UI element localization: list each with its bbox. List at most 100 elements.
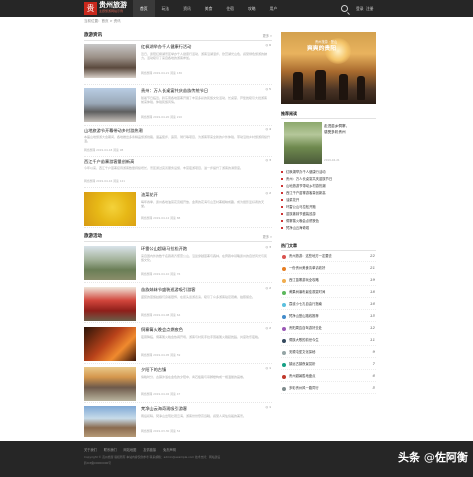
article-thumbnail[interactable]: [84, 246, 136, 280]
article-thumbnail[interactable]: [84, 88, 136, 122]
featured-title-line1[interactable]: 走进苗乡侗寨，: [324, 124, 349, 129]
sidebar-list-label[interactable]: 红枫湖举办千人健康行活动: [286, 170, 326, 174]
hot-article-title[interactable]: 西江苗寨游玩全攻略: [289, 278, 319, 282]
article-item[interactable]: 梵净山云海奇观吸引游客 ◎ 1 雨后初晴，梵净山出现壮观云海，游客纷纷登高远眺，…: [84, 404, 272, 439]
hot-article-title[interactable]: 荔波小七孔自由行指南: [289, 302, 322, 306]
article-title[interactable]: 侗寨篝火晚会点燃夜色: [141, 327, 183, 332]
article-title[interactable]: 油菜花开: [141, 192, 158, 197]
sidebar-list-item[interactable]: 环雷公山马拉松开跑: [281, 205, 316, 209]
sidebar-list-label[interactable]: 苗族姊妹节盛装巡游: [286, 212, 316, 216]
hot-article-title[interactable]: 黄果树瀑布最佳观赏时间: [289, 290, 325, 294]
article-title[interactable]: 西江千户苗寨游客量创新高: [84, 159, 134, 164]
hot-article-title[interactable]: 安顺屯堡文化探秘: [289, 350, 315, 354]
sidebar-list-item[interactable]: 梵净山云海奇观: [281, 226, 309, 230]
hot-article-item[interactable]: 贵州避暑胜地盘点 6: [281, 374, 376, 382]
site-logo-icon[interactable]: 贵: [84, 2, 97, 15]
sidebar-list-item[interactable]: 山地旅游节带动乡村游热潮: [281, 184, 326, 188]
article-title[interactable]: 贵州：万人长桌宴共庆苗族传统节日: [141, 88, 208, 93]
sidebar-list-label[interactable]: 油菜花开: [286, 198, 299, 202]
hot-article-item[interactable]: 侗族大歌的前世今生 11: [281, 338, 376, 346]
footer-icp[interactable]: 黔ICP备00000000号: [84, 461, 111, 466]
article-title[interactable]: 山地旅游节开幕带动乡村游热潮: [84, 128, 143, 133]
article-meta: 网络整理 2019-04-18 阅读 98: [84, 148, 124, 152]
article-item[interactable]: 夕阳下的古镇 ◎ 1 傍晚时分，古镇沐浴在金色的夕阳中，青石板路与吊脚楼构成一幅…: [84, 365, 272, 403]
article-thumbnail[interactable]: [84, 327, 136, 361]
hot-article-title[interactable]: 镇远古镇夜景赏析: [289, 362, 315, 366]
article-title[interactable]: 环雷公山超级马拉松开跑: [141, 246, 187, 251]
article-thumbnail[interactable]: [84, 287, 136, 321]
sidebar-list-label[interactable]: 西江千户苗寨游客量创新高: [286, 191, 326, 195]
hot-article-item[interactable]: 西江苗寨游玩全攻略 19: [281, 278, 376, 286]
nav-item-stay[interactable]: 住宿: [219, 0, 241, 17]
hot-article-title[interactable]: 侗族大歌的前世今生: [289, 338, 319, 342]
hot-article-item[interactable]: 安顺屯堡文化探秘 9: [281, 350, 376, 358]
article-item[interactable]: 环雷公山超级马拉松开跑 ◎ 3 来自国内外的数千名跑者齐聚雷公山，沿途穿越苗寨与…: [84, 243, 272, 283]
article-thumbnail[interactable]: [84, 44, 136, 78]
article-thumbnail[interactable]: [84, 192, 136, 226]
hot-article-item[interactable]: 多彩贵州风一路同行 5: [281, 386, 376, 394]
sidebar-list-label[interactable]: 环雷公山马拉松开跑: [286, 205, 316, 209]
featured-title-line2[interactable]: 感受多彩贵州: [324, 130, 346, 135]
hot-article-item[interactable]: 荔波小七孔自由行指南 16: [281, 302, 376, 310]
article-thumbnail[interactable]: [84, 406, 136, 437]
article-meta: 网络整理 2019-04-08 阅读 64: [141, 313, 181, 317]
top-navigation-bar: 贵 贵州旅游 主题旅游网站示例 首页 玩法 资讯 美食 住宿 攻略 用户 登录 …: [0, 0, 473, 17]
article-thumbnail[interactable]: [84, 367, 136, 401]
footer-link[interactable]: 网站地图: [124, 448, 137, 452]
article-title[interactable]: 夕阳下的古镇: [141, 367, 166, 372]
featured-thumbnail[interactable]: [284, 122, 322, 164]
login-link[interactable]: 登录: [356, 0, 364, 17]
sidebar-list-item[interactable]: 油菜花开: [281, 198, 299, 202]
sidebar-list-item[interactable]: 红枫湖举办千人健康行活动: [281, 170, 326, 174]
nav-item-play[interactable]: 玩法: [155, 0, 177, 17]
article-item[interactable]: 山地旅游节开幕带动乡村游热潮 ◎ 4 本届山地旅游大会期间，各地推出多条精品旅游…: [84, 127, 272, 157]
sidebar-list-item[interactable]: 贵州：万人长桌宴共庆苗族节日: [281, 177, 332, 181]
hot-article-item[interactable]: 黄果树瀑布最佳观赏时间 18: [281, 290, 376, 298]
hot-article-title[interactable]: 贵州避暑胜地盘点: [289, 374, 315, 378]
sidebar-hero-banner[interactable]: 贵州旅游 · 登山 爽爽的贵阳: [281, 32, 376, 104]
nav-item-user[interactable]: 用户: [263, 0, 285, 17]
nav-item-food[interactable]: 美食: [198, 0, 220, 17]
article-title[interactable]: 梵净山云海奇观吸引游客: [141, 406, 187, 411]
hot-article-item[interactable]: 一份贵州美食清单请收好 21: [281, 266, 376, 274]
article-item[interactable]: 贵州：万人长桌宴共庆苗族传统节日 ◎ 5 随着节日临近，黔东南各地苗寨开展了丰富…: [84, 86, 272, 126]
article-item[interactable]: 侗寨篝火晚会点燃夜色 ◎ 2 夜幕降临，侗寨篝火晚会热闹开场，游客与村民手拉手围…: [84, 324, 272, 364]
sidebar-list-label[interactable]: 贵州：万人长桌宴共庆苗族节日: [286, 177, 332, 181]
article-item[interactable]: 油菜花开 ◎ 2 每年春季，贵州各地油菜花竞相开放，金黄的花海与山峦村寨相映成趣…: [84, 190, 272, 228]
article-item[interactable]: 红枫湖举办千人健康行活动 ◎ 6 近日，贵阳红枫湖景区举办千人健康行活动，游客沿…: [84, 42, 272, 85]
article-meta: 网络整理 2019-04-12 阅读 88: [141, 216, 181, 220]
article-item[interactable]: 西江千户苗寨游客量创新高 ◎ 3 今年以来，西江千户苗寨接待游客数量持续增长，景…: [84, 158, 272, 188]
article-item[interactable]: 苗族姊妹节盛装巡游吸引游客 ◎ 2 盛装的苗族姑娘们身着银饰，在街头巡游表演，吸…: [84, 284, 272, 323]
section-title: 旅游活动: [84, 234, 102, 239]
hot-article-item[interactable]: 贵阳周边自驾游好去处 12: [281, 326, 376, 334]
footer-link[interactable]: 联系我们: [104, 448, 117, 452]
hot-article-title[interactable]: 一份贵州美食清单请收好: [289, 266, 325, 270]
article-title[interactable]: 苗族姊妹节盛装巡游吸引游客: [141, 287, 195, 292]
nav-item-home[interactable]: 首页: [133, 0, 155, 17]
sidebar-list-label[interactable]: 梵净山云海奇观: [286, 226, 309, 230]
more-link[interactable]: 更多 »: [263, 235, 272, 239]
sidebar-list-item[interactable]: 侗寨篝火晚会点燃夜色: [281, 219, 319, 223]
nav-item-guide[interactable]: 攻略: [241, 0, 263, 17]
nav-item-news[interactable]: 资讯: [176, 0, 198, 17]
hot-article-item[interactable]: 贵州旅游：这些地方一定要去 22: [281, 254, 376, 262]
register-link[interactable]: 注册: [366, 0, 374, 17]
sidebar-list-label[interactable]: 山地旅游节带动乡村游热潮: [286, 184, 326, 188]
hot-article-item[interactable]: 镇远古镇夜景赏析 7: [281, 362, 376, 370]
hot-article-title[interactable]: 多彩贵州风一路同行: [289, 386, 319, 390]
sidebar-list-item[interactable]: 西江千户苗寨游客量创新高: [281, 191, 326, 195]
article-title[interactable]: 红枫湖举办千人健康行活动: [141, 44, 191, 49]
more-link[interactable]: 更多 »: [263, 34, 272, 38]
footer-link[interactable]: 关于我们: [84, 448, 97, 452]
search-icon[interactable]: [341, 5, 348, 12]
footer-link[interactable]: 免责声明: [163, 448, 176, 452]
hot-article-title[interactable]: 梵净山登山路线推荐: [289, 314, 319, 318]
hot-article-title[interactable]: 贵州旅游：这些地方一定要去: [289, 254, 332, 258]
sidebar-list-item[interactable]: 苗族姊妹节盛装巡游: [281, 212, 316, 216]
hot-article-item[interactable]: 梵净山登山路线推荐 15: [281, 314, 376, 322]
sidebar-list-label[interactable]: 侗寨篝火晚会点燃夜色: [286, 219, 319, 223]
footer-link[interactable]: 友情链接: [143, 448, 156, 452]
bullet-icon: [281, 192, 283, 194]
hot-article-title[interactable]: 贵阳周边自驾游好去处: [289, 326, 322, 330]
watermark-author: 佐阿衡: [434, 451, 468, 464]
